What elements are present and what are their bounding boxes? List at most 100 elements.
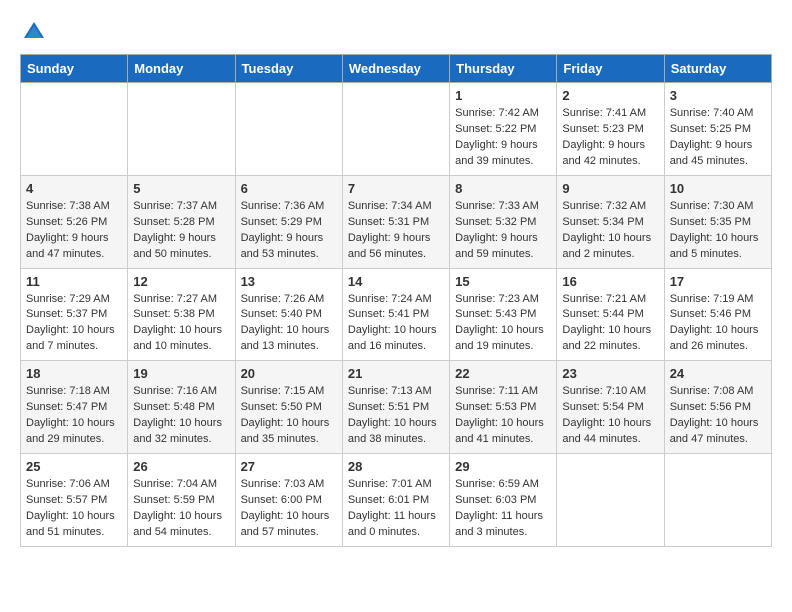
day-number: 8 xyxy=(455,181,551,196)
day-content: Sunrise: 7:23 AMSunset: 5:43 PMDaylight:… xyxy=(455,292,551,356)
week-row-3: 11Sunrise: 7:29 AMSunset: 5:37 PMDayligh… xyxy=(21,268,772,361)
day-content: Sunrise: 7:01 AMSunset: 6:01 PMDaylight:… xyxy=(348,477,444,541)
logo-icon xyxy=(22,20,46,44)
day-content: Sunrise: 7:08 AMSunset: 5:56 PMDaylight:… xyxy=(670,384,766,448)
day-content: Sunrise: 7:18 AMSunset: 5:47 PMDaylight:… xyxy=(26,384,122,448)
day-number: 12 xyxy=(133,274,229,289)
calendar-cell: 9Sunrise: 7:32 AMSunset: 5:34 PMDaylight… xyxy=(557,175,664,268)
calendar-cell xyxy=(235,83,342,176)
day-header-monday: Monday xyxy=(128,55,235,83)
week-row-2: 4 Sunrise: 7:38 AMSunset: 5:26 PMDaylight… xyxy=(21,175,772,268)
day-number: 1 xyxy=(455,88,551,103)
day-content: Sunrise: 7:27 AMSunset: 5:38 PMDaylight:… xyxy=(133,292,229,356)
calendar-cell: 2 Sunrise: 7:41 AMSunset: 5:23 PMDaylight… xyxy=(557,83,664,176)
day-header-sunday: Sunday xyxy=(21,55,128,83)
day-content: Sunrise: 7:13 AMSunset: 5:51 PMDaylight:… xyxy=(348,384,444,448)
day-header-wednesday: Wednesday xyxy=(342,55,449,83)
calendar-cell xyxy=(557,454,664,547)
day-number: 20 xyxy=(241,366,337,381)
day-content: Sunrise: 7:21 AMSunset: 5:44 PMDaylight:… xyxy=(562,292,658,356)
calendar-cell xyxy=(21,83,128,176)
calendar-table: SundayMondayTuesdayWednesdayThursdayFrid… xyxy=(20,54,772,547)
day-number: 15 xyxy=(455,274,551,289)
calendar-cell: 27 Sunrise: 7:03 AMSunset: 6:00 PMDayligh… xyxy=(235,454,342,547)
calendar-cell xyxy=(342,83,449,176)
calendar-cell: 16 Sunrise: 7:21 AMSunset: 5:44 PMDayligh… xyxy=(557,268,664,361)
day-content: Sunrise: 7:24 AMSunset: 5:41 PMDaylight:… xyxy=(348,292,444,356)
day-number: 18 xyxy=(26,366,122,381)
calendar-cell: 21 Sunrise: 7:13 AMSunset: 5:51 PMDayligh… xyxy=(342,361,449,454)
calendar-cell xyxy=(664,454,771,547)
day-header-friday: Friday xyxy=(557,55,664,83)
day-number: 23 xyxy=(562,366,658,381)
calendar-cell: 17 Sunrise: 7:19 AMSunset: 5:46 PMDayligh… xyxy=(664,268,771,361)
day-number: 7 xyxy=(348,181,444,196)
day-number: 16 xyxy=(562,274,658,289)
day-number: 4 xyxy=(26,181,122,196)
day-content: Sunrise: 7:33 AMSunset: 5:32 PMDaylight:… xyxy=(455,199,551,263)
day-number: 5 xyxy=(133,181,229,196)
day-content: Sunrise: 7:29 AMSunset: 5:37 PMDaylight:… xyxy=(26,292,122,356)
calendar-cell: 8 Sunrise: 7:33 AMSunset: 5:32 PMDaylight… xyxy=(450,175,557,268)
week-row-1: 1 Sunrise: 7:42 AMSunset: 5:22 PMDaylight… xyxy=(21,83,772,176)
calendar-cell: 25 Sunrise: 7:06 AMSunset: 5:57 PMDayligh… xyxy=(21,454,128,547)
day-content: Sunrise: 7:34 AMSunset: 5:31 PMDaylight:… xyxy=(348,199,444,263)
day-number: 3 xyxy=(670,88,766,103)
calendar-cell: 26Sunrise: 7:04 AMSunset: 5:59 PMDayligh… xyxy=(128,454,235,547)
day-number: 21 xyxy=(348,366,444,381)
calendar-cell: 12 Sunrise: 7:27 AMSunset: 5:38 PMDayligh… xyxy=(128,268,235,361)
day-content: Sunrise: 7:26 AMSunset: 5:40 PMDaylight:… xyxy=(241,292,337,356)
day-content: Sunrise: 7:40 AMSunset: 5:25 PMDaylight:… xyxy=(670,106,766,170)
calendar-cell: 14 Sunrise: 7:24 AMSunset: 5:41 PMDayligh… xyxy=(342,268,449,361)
day-content: Sunrise: 7:30 AMSunset: 5:35 PMDaylight:… xyxy=(670,199,766,263)
day-content: Sunrise: 7:03 AMSunset: 6:00 PMDaylight:… xyxy=(241,477,337,541)
day-number: 9 xyxy=(562,181,658,196)
calendar-cell: 19 Sunrise: 7:16 AMSunset: 5:48 PMDayligh… xyxy=(128,361,235,454)
day-content: Sunrise: 6:59 AMSunset: 6:03 PMDaylight:… xyxy=(455,477,551,541)
page-header xyxy=(20,20,772,44)
logo xyxy=(20,20,46,44)
day-number: 25 xyxy=(26,459,122,474)
calendar-cell: 11Sunrise: 7:29 AMSunset: 5:37 PMDayligh… xyxy=(21,268,128,361)
day-content: Sunrise: 7:42 AMSunset: 5:22 PMDaylight:… xyxy=(455,106,551,170)
calendar-cell: 22 Sunrise: 7:11 AMSunset: 5:53 PMDayligh… xyxy=(450,361,557,454)
day-number: 29 xyxy=(455,459,551,474)
day-content: Sunrise: 7:11 AMSunset: 5:53 PMDaylight:… xyxy=(455,384,551,448)
day-number: 28 xyxy=(348,459,444,474)
day-content: Sunrise: 7:36 AMSunset: 5:29 PMDaylight:… xyxy=(241,199,337,263)
calendar-cell: 7 Sunrise: 7:34 AMSunset: 5:31 PMDaylight… xyxy=(342,175,449,268)
day-header-thursday: Thursday xyxy=(450,55,557,83)
day-content: Sunrise: 7:19 AMSunset: 5:46 PMDaylight:… xyxy=(670,292,766,356)
calendar-cell: 5 Sunrise: 7:37 AMSunset: 5:28 PMDaylight… xyxy=(128,175,235,268)
day-number: 22 xyxy=(455,366,551,381)
day-number: 14 xyxy=(348,274,444,289)
calendar-cell: 24 Sunrise: 7:08 AMSunset: 5:56 PMDayligh… xyxy=(664,361,771,454)
calendar-cell: 13Sunrise: 7:26 AMSunset: 5:40 PMDayligh… xyxy=(235,268,342,361)
day-number: 2 xyxy=(562,88,658,103)
day-content: Sunrise: 7:37 AMSunset: 5:28 PMDaylight:… xyxy=(133,199,229,263)
day-content: Sunrise: 7:16 AMSunset: 5:48 PMDaylight:… xyxy=(133,384,229,448)
day-content: Sunrise: 7:38 AMSunset: 5:26 PMDaylight:… xyxy=(26,199,122,263)
day-number: 27 xyxy=(241,459,337,474)
calendar-cell: 1 Sunrise: 7:42 AMSunset: 5:22 PMDaylight… xyxy=(450,83,557,176)
day-content: Sunrise: 7:41 AMSunset: 5:23 PMDaylight:… xyxy=(562,106,658,170)
day-number: 24 xyxy=(670,366,766,381)
calendar-cell: 18 Sunrise: 7:18 AMSunset: 5:47 PMDayligh… xyxy=(21,361,128,454)
calendar-cell: 10Sunrise: 7:30 AMSunset: 5:35 PMDayligh… xyxy=(664,175,771,268)
day-number: 19 xyxy=(133,366,229,381)
day-header-saturday: Saturday xyxy=(664,55,771,83)
day-content: Sunrise: 7:06 AMSunset: 5:57 PMDaylight:… xyxy=(26,477,122,541)
day-number: 17 xyxy=(670,274,766,289)
calendar-cell: 4 Sunrise: 7:38 AMSunset: 5:26 PMDaylight… xyxy=(21,175,128,268)
day-number: 26 xyxy=(133,459,229,474)
day-content: Sunrise: 7:10 AMSunset: 5:54 PMDaylight:… xyxy=(562,384,658,448)
week-row-5: 25 Sunrise: 7:06 AMSunset: 5:57 PMDayligh… xyxy=(21,454,772,547)
calendar-cell: 6 Sunrise: 7:36 AMSunset: 5:29 PMDaylight… xyxy=(235,175,342,268)
day-content: Sunrise: 7:15 AMSunset: 5:50 PMDaylight:… xyxy=(241,384,337,448)
calendar-cell: 28 Sunrise: 7:01 AMSunset: 6:01 PMDayligh… xyxy=(342,454,449,547)
day-number: 6 xyxy=(241,181,337,196)
calendar-cell: 15 Sunrise: 7:23 AMSunset: 5:43 PMDayligh… xyxy=(450,268,557,361)
calendar-cell: 23 Sunrise: 7:10 AMSunset: 5:54 PMDayligh… xyxy=(557,361,664,454)
calendar-cell xyxy=(128,83,235,176)
calendar-cell: 3 Sunrise: 7:40 AMSunset: 5:25 PMDaylight… xyxy=(664,83,771,176)
